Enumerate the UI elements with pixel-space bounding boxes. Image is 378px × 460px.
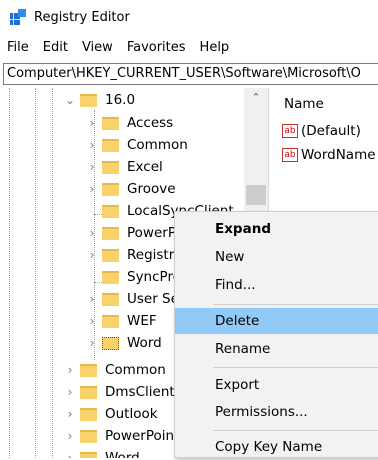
tree-item-powerpoint-sibling[interactable]: › PowerPoint: [64, 425, 180, 447]
chevron-right-icon[interactable]: ›: [86, 226, 98, 240]
chevron-right-icon[interactable]: ›: [86, 160, 98, 174]
chevron-right-icon[interactable]: ›: [64, 451, 76, 458]
tree-item-label: Common: [127, 137, 188, 153]
tree-item-label: PowerPoint: [105, 428, 180, 444]
string-value-icon: ab: [282, 124, 298, 138]
folder-icon: [102, 314, 119, 328]
chevron-right-icon[interactable]: ›: [86, 314, 98, 328]
tree-item-label: Groove: [127, 181, 176, 197]
tree-item-label: WEF: [127, 313, 157, 329]
chevron-right-icon[interactable]: ›: [86, 336, 98, 350]
chevron-right-icon[interactable]: ›: [64, 407, 76, 421]
tree-item-label: Outlook: [105, 406, 158, 422]
chevron-right-icon[interactable]: ›: [64, 429, 76, 443]
registry-editor-icon: [10, 9, 26, 25]
tree-item-label: Common: [105, 362, 166, 378]
chevron-down-icon[interactable]: ⌄: [64, 93, 76, 107]
value-name: WordName: [301, 147, 376, 163]
folder-icon: [102, 336, 119, 350]
menu-separator: [213, 430, 378, 431]
folder-icon: [80, 385, 97, 399]
folder-icon: [102, 292, 119, 306]
chevron-right-icon[interactable]: ›: [64, 363, 76, 377]
tree-item-outlook[interactable]: › Outlook: [64, 403, 158, 425]
tree-item-access[interactable]: › Access: [86, 112, 174, 134]
chevron-right-icon[interactable]: ›: [86, 248, 98, 262]
tree-item-label: Access: [127, 115, 174, 131]
tree-guide-line: [9, 88, 10, 458]
chevron-right-icon[interactable]: ›: [86, 116, 98, 130]
scrollbar-thumb[interactable]: [246, 185, 266, 205]
context-menu-export[interactable]: Export: [175, 372, 378, 398]
value-row-wordname[interactable]: ab WordName: [282, 146, 376, 164]
chevron-right-icon[interactable]: ›: [86, 292, 98, 306]
address-bar[interactable]: Computer\HKEY_CURRENT_USER\Software\Micr…: [3, 63, 378, 85]
context-menu-delete[interactable]: Delete: [175, 308, 378, 334]
chevron-right-icon[interactable]: ›: [86, 138, 98, 152]
menu-favorites[interactable]: Favorites: [120, 37, 193, 59]
menu-bar: File Edit View Favorites Help: [0, 37, 236, 59]
tree-item-16-0[interactable]: ⌄ 16.0: [64, 89, 135, 111]
folder-icon: [102, 116, 119, 130]
menu-help[interactable]: Help: [193, 37, 237, 59]
folder-icon: [102, 160, 119, 174]
tree-item-common[interactable]: › Common: [86, 134, 188, 156]
menu-view[interactable]: View: [75, 37, 120, 59]
menu-separator: [213, 304, 378, 305]
tree-item-excel[interactable]: › Excel: [86, 156, 163, 178]
context-menu-find[interactable]: Find...: [175, 272, 378, 298]
folder-icon: [102, 248, 119, 262]
column-header-name[interactable]: Name: [284, 96, 324, 112]
chevron-right-icon[interactable]: ›: [86, 182, 98, 196]
folder-icon: [102, 182, 119, 196]
tree-item-dmsclient[interactable]: › DmsClient: [64, 381, 175, 403]
window-title: Registry Editor: [34, 9, 130, 25]
tree-item-label: Excel: [127, 159, 163, 175]
context-menu-copy-key-name[interactable]: Copy Key Name: [175, 434, 378, 460]
folder-icon: [80, 451, 97, 458]
tree-item-wef[interactable]: › WEF: [86, 310, 157, 332]
tree-item-common-sibling[interactable]: › Common: [64, 359, 166, 381]
folder-icon: [102, 204, 119, 218]
context-menu: Expand New Find... Delete Rename Export …: [174, 211, 378, 458]
tree-item-label: DmsClient: [105, 384, 175, 400]
context-menu-expand[interactable]: Expand: [175, 216, 378, 242]
string-value-icon: ab: [282, 148, 298, 162]
tree-item-groove[interactable]: › Groove: [86, 178, 176, 200]
context-menu-new[interactable]: New: [175, 244, 378, 270]
tree-item-label: Word: [105, 450, 140, 458]
folder-icon: [80, 429, 97, 443]
tree-guide-line: [52, 88, 53, 458]
context-menu-permissions[interactable]: Permissions...: [175, 399, 378, 425]
context-menu-rename[interactable]: Rename: [175, 336, 378, 362]
menu-file[interactable]: File: [0, 37, 36, 59]
tree-item-label: Word: [127, 335, 162, 351]
folder-icon: [80, 407, 97, 421]
folder-icon: [102, 270, 119, 284]
value-name: (Default): [301, 123, 361, 139]
folder-icon: [102, 138, 119, 152]
value-row-default[interactable]: ab (Default): [282, 122, 361, 140]
menu-separator: [213, 367, 378, 368]
tree-item-word[interactable]: › Word: [86, 332, 162, 354]
folder-icon: [80, 93, 97, 107]
title-bar: Registry Editor: [0, 0, 378, 34]
menu-edit[interactable]: Edit: [36, 37, 75, 59]
tree-guide-line: [35, 88, 36, 458]
tree-item-label: 16.0: [105, 92, 136, 108]
tree-item-word-sibling[interactable]: › Word: [64, 447, 140, 458]
chevron-right-icon[interactable]: ›: [64, 385, 76, 399]
scroll-up-arrow-icon[interactable]: ⌃: [244, 88, 268, 108]
folder-icon: [80, 363, 97, 377]
folder-icon: [102, 226, 119, 240]
